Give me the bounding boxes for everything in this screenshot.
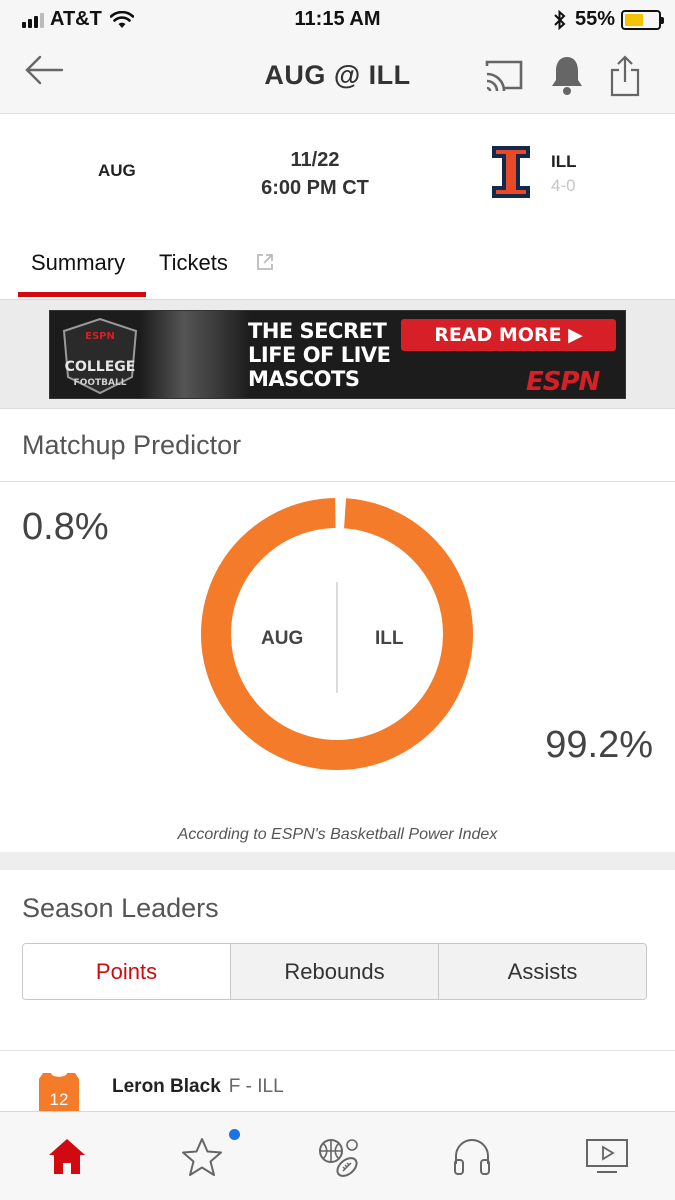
bell-icon[interactable] <box>549 54 585 96</box>
bluetooth-icon <box>554 9 566 30</box>
leader-name: Leron Black F - ILL <box>112 1076 284 1098</box>
jersey-icon: 12 <box>39 1073 79 1113</box>
badge-main: COLLEGE <box>65 359 136 375</box>
section-gap <box>0 852 675 870</box>
active-tab-indicator <box>18 292 146 297</box>
battery-group: 55% <box>553 8 664 31</box>
game-tabs: Summary Tickets <box>0 234 675 300</box>
bottom-tab-bar <box>0 1111 675 1200</box>
audio-icon[interactable] <box>451 1136 493 1178</box>
watch-icon[interactable] <box>585 1136 629 1176</box>
sports-icon[interactable] <box>316 1136 360 1180</box>
favorites-icon[interactable] <box>181 1136 223 1178</box>
illinois-logo-icon[interactable] <box>490 144 532 200</box>
espn-logo: ESPN <box>526 367 600 397</box>
nav-bar: AUG @ ILL <box>0 38 675 114</box>
bpi-attribution: According to ESPN's Basketball Power Ind… <box>177 826 498 843</box>
player-position: F - ILL <box>228 1076 284 1097</box>
cast-icon[interactable] <box>483 58 525 92</box>
predictor-title: Matchup Predictor <box>22 430 242 460</box>
player-name: Leron Black <box>112 1076 221 1097</box>
ad-headline: THE SECRET LIFE OF LIVE MASCOTS <box>248 319 391 391</box>
game-time: 6:00 PM CT <box>261 177 369 199</box>
leaders-title: Season Leaders <box>22 893 219 923</box>
battery-icon <box>621 9 664 30</box>
status-bar: AT&T 11:15 AM 55% <box>0 0 675 38</box>
home-win-pct: 99.2% <box>545 724 653 766</box>
divider <box>0 481 675 482</box>
tab-summary[interactable]: Summary <box>31 250 125 276</box>
jersey-number: 12 <box>50 1090 69 1109</box>
ad-container: ESPN COLLEGE FOOTBALL THE SECRET LIFE OF… <box>0 300 675 408</box>
home-team-record: 4-0 <box>551 176 576 195</box>
college-football-badge-icon: ESPN COLLEGE FOOTBALL <box>62 317 138 395</box>
leader-row[interactable]: 12 Leron Black F - ILL <box>0 1050 675 1113</box>
home-team-abbr[interactable]: ILL <box>551 152 577 172</box>
read-more-button[interactable]: READ MORE ▶ <box>401 319 616 351</box>
badge-sub: FOOTBALL <box>74 378 127 388</box>
away-win-pct: 0.8% <box>22 506 109 548</box>
game-header: AUG 11/22 6:00 PM CT ILL 4-0 <box>0 114 675 234</box>
battery-percent: 55% <box>574 8 615 30</box>
donut-home-label: ILL <box>375 628 404 649</box>
divider <box>0 408 675 409</box>
donut-away-label: AUG <box>261 628 304 649</box>
predictor-donut <box>201 498 473 770</box>
ad-photo <box>140 311 250 398</box>
ad-banner[interactable]: ESPN COLLEGE FOOTBALL THE SECRET LIFE OF… <box>49 310 626 399</box>
game-date: 11/22 <box>290 149 340 171</box>
segment-rebounds[interactable]: Rebounds <box>230 944 438 999</box>
share-icon[interactable] <box>609 54 641 98</box>
stat-segmented-control: Points Rebounds Assists <box>22 943 647 1000</box>
game-datetime: 11/22 6:00 PM CT <box>0 146 630 202</box>
segment-points[interactable]: Points <box>23 944 230 999</box>
external-link-icon <box>257 254 273 270</box>
notification-badge <box>229 1129 240 1140</box>
badge-top: ESPN <box>85 331 115 342</box>
home-icon[interactable] <box>47 1136 87 1176</box>
segment-assists[interactable]: Assists <box>438 944 646 999</box>
tab-tickets[interactable]: Tickets <box>159 250 228 276</box>
